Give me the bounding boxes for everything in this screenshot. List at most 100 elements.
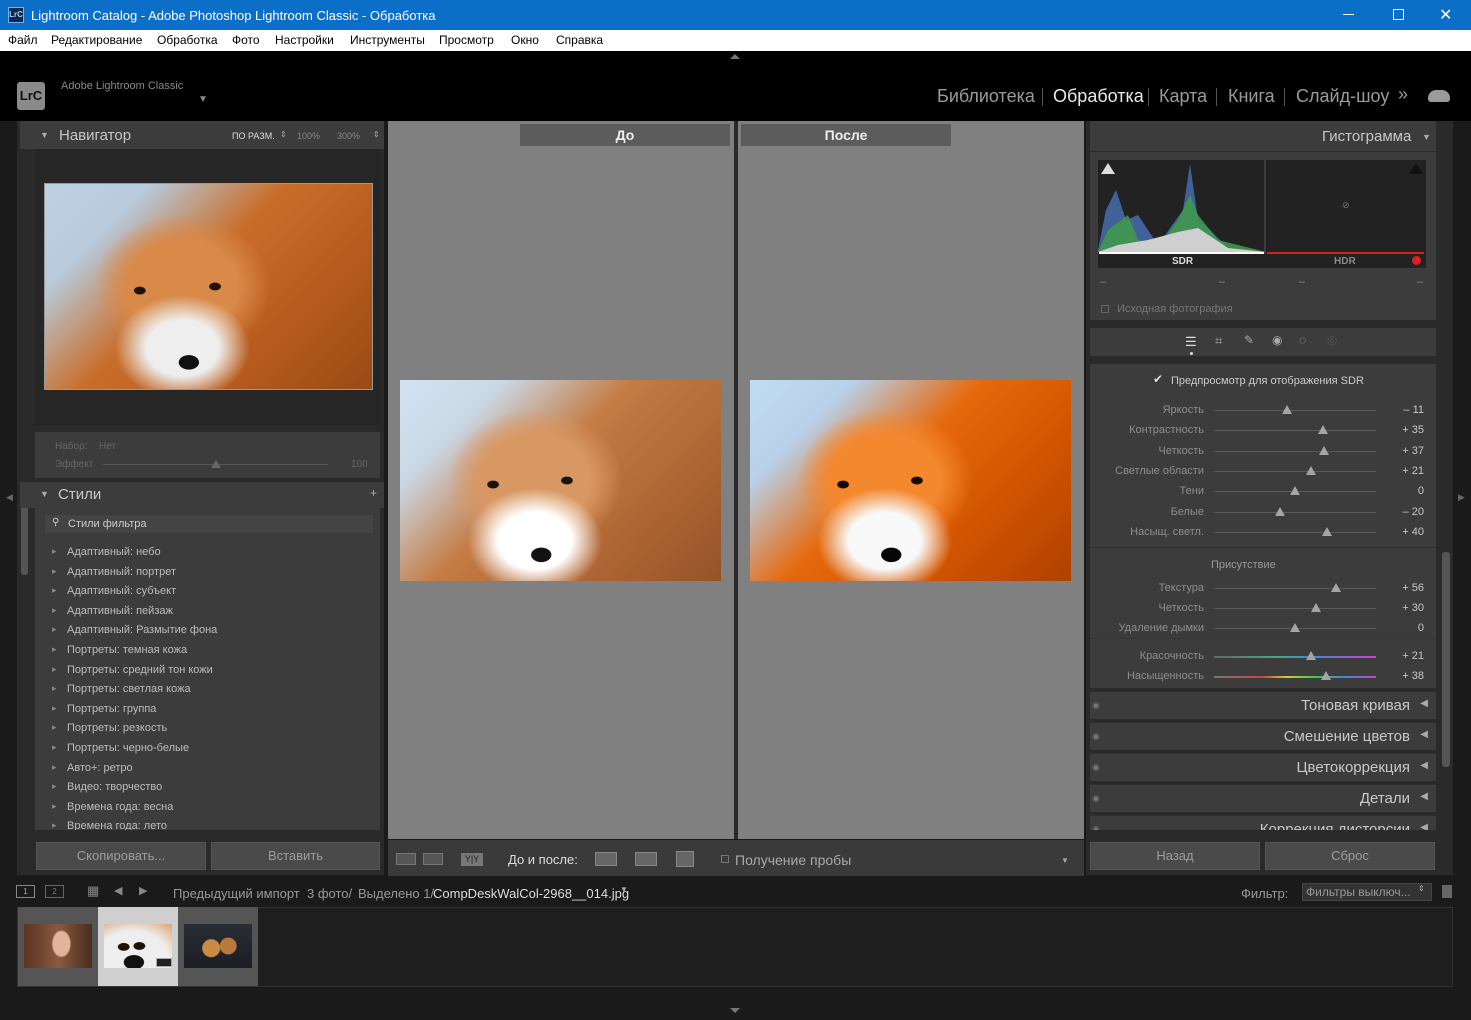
zoom-fit-arrows-icon[interactable]: ⇕ [280, 130, 287, 139]
preset-group[interactable]: Портреты: средний тон кожи [52, 664, 213, 676]
add-preset-button[interactable]: + [370, 486, 377, 500]
preset-set-value[interactable]: Нет [99, 441, 116, 452]
tone-curve-panel[interactable]: ◉ Тоновая кривая ◀ [1090, 691, 1436, 719]
copy-after-to-before-icon[interactable] [635, 852, 657, 866]
copy-settings-button[interactable]: Скопировать... [36, 842, 206, 870]
slider-knob[interactable] [1290, 486, 1300, 496]
toolbar-options-icon[interactable]: ▼ [1061, 856, 1069, 865]
color-mixer-panel[interactable]: ◉ Смешение цветов ◀ [1090, 722, 1436, 750]
slider-knob[interactable] [1290, 623, 1300, 632]
loupe-view-icon[interactable] [396, 853, 416, 865]
compare-view-icon[interactable] [423, 853, 443, 865]
thumbnail-food[interactable] [184, 924, 252, 968]
lens-corrections-panel[interactable]: ◉ Коррекция дисторсии ◀ [1090, 815, 1436, 830]
slider-knob[interactable] [1321, 671, 1331, 680]
module-map[interactable]: Карта [1159, 86, 1207, 107]
slider-knob[interactable] [1318, 425, 1328, 435]
slider-value[interactable]: + 56 [1402, 582, 1424, 594]
menu-settings[interactable]: Настройки [275, 33, 334, 47]
slider-value[interactable]: – 11 [1403, 404, 1424, 416]
masking-icon[interactable]: ◌ [1299, 333, 1306, 347]
collapse-bottom-icon[interactable] [730, 1008, 740, 1013]
slider-track[interactable] [1214, 470, 1376, 472]
slider-row[interactable]: Белые – 20 [1090, 503, 1436, 523]
preset-group[interactable]: Адаптивный: субъект [52, 585, 176, 597]
back-arrow-icon[interactable]: ◀ [114, 884, 122, 897]
close-icon[interactable]: ✕ [1439, 5, 1452, 25]
preset-group[interactable]: Адаптивный: небо [52, 546, 161, 558]
maximize-icon[interactable] [1393, 9, 1404, 20]
slider-value[interactable]: + 21 [1402, 650, 1424, 662]
histogram-collapse-icon[interactable]: ▼ [1422, 132, 1431, 142]
slider-track[interactable] [1214, 450, 1376, 452]
menu-view[interactable]: Просмотр [439, 33, 494, 47]
left-scrollbar[interactable] [21, 505, 28, 575]
left-panel-toggle-icon[interactable]: ◀ [6, 492, 13, 503]
slider-track[interactable] [1214, 608, 1376, 609]
slider-value[interactable]: 0 [1418, 622, 1424, 634]
slider-knob[interactable] [1322, 526, 1332, 536]
more-modules-icon[interactable]: » [1398, 84, 1408, 105]
slider-track[interactable] [1214, 656, 1376, 658]
menu-tools[interactable]: Инструменты [350, 33, 425, 47]
slider-row[interactable]: Тени 0 [1090, 482, 1436, 502]
before-after-toggle[interactable]: Y|Y [461, 853, 483, 866]
source-label[interactable]: Предыдущий импорт [173, 886, 300, 901]
sdr-preview-checkbox[interactable]: ✔ [1153, 372, 1163, 386]
slider-knob[interactable] [1319, 445, 1329, 455]
preset-group[interactable]: Адаптивный: портрет [52, 566, 176, 578]
histogram[interactable]: ⊘ SDR HDR [1098, 160, 1426, 268]
slider-value[interactable]: + 21 [1402, 465, 1424, 477]
module-develop[interactable]: Обработка [1053, 86, 1144, 107]
slider-value[interactable]: + 37 [1402, 445, 1424, 457]
secondary-window-icon[interactable]: 2 [45, 885, 64, 898]
module-library[interactable]: Библиотека [937, 86, 1035, 107]
highlight-clipping-icon[interactable] [1409, 163, 1423, 174]
slider-track[interactable] [1214, 588, 1376, 589]
zoom-100[interactable]: 100% [297, 131, 320, 141]
preset-group[interactable]: Портреты: светлая кожа [52, 683, 191, 695]
zoom-more-icon[interactable]: ⇕ [373, 130, 380, 139]
slider-value[interactable]: + 30 [1402, 602, 1424, 614]
minimize-icon[interactable] [1343, 14, 1354, 15]
slider-row[interactable]: Насыщенность + 38 [1090, 667, 1436, 687]
presets-tool-icon[interactable]: ◎ [1327, 333, 1337, 347]
slider-track[interactable] [1214, 676, 1376, 678]
primary-window-icon[interactable]: 1 [16, 885, 35, 898]
crop-icon[interactable]: ⌗ [1215, 333, 1222, 349]
module-book[interactable]: Книга [1228, 86, 1275, 107]
right-panel-toggle-icon[interactable]: ▶ [1458, 492, 1465, 503]
zoom-fit[interactable]: ПО РАЗМ. [232, 131, 275, 141]
filename-dropdown-icon[interactable]: ▼ [620, 885, 628, 894]
hdr-warning-icon[interactable] [1412, 256, 1421, 265]
slider-value[interactable]: + 35 [1402, 424, 1424, 436]
slider-knob[interactable] [1306, 651, 1316, 660]
grid-icon[interactable]: ▦ [87, 883, 99, 899]
slider-row[interactable]: Красочность + 21 [1090, 647, 1436, 667]
zoom-300[interactable]: 300% [337, 131, 360, 141]
slider-row[interactable]: Насыщ. светл. + 40 [1090, 523, 1436, 543]
navigator-collapse-icon[interactable]: ▼ [40, 130, 49, 140]
preset-group[interactable]: Портреты: резкость [52, 722, 167, 734]
preset-group[interactable]: Портреты: темная кожа [52, 644, 187, 656]
identity-dropdown-icon[interactable]: ▼ [198, 94, 208, 105]
filename[interactable]: CompDeskWalCol-2968__014.jpg [433, 886, 629, 901]
slider-row[interactable]: Четкость + 30 [1090, 599, 1436, 619]
effect-slider-knob[interactable] [211, 460, 221, 468]
previous-button[interactable]: Назад [1090, 842, 1260, 870]
module-slideshow[interactable]: Слайд-шоу [1296, 86, 1389, 107]
menu-window[interactable]: Окно [511, 33, 539, 47]
forward-arrow-icon[interactable]: ▶ [139, 884, 147, 897]
filter-dropdown-icon[interactable]: ⇕ [1418, 884, 1425, 893]
preset-group[interactable]: Адаптивный: Размытие фона [52, 624, 217, 636]
shadow-clipping-icon[interactable] [1101, 163, 1115, 174]
collapse-top-icon[interactable] [730, 54, 740, 59]
preset-group[interactable]: Авто+: ретро [52, 762, 133, 774]
right-scrollbar[interactable] [1442, 552, 1450, 767]
slider-value[interactable]: + 38 [1402, 670, 1424, 682]
presets-collapse-icon[interactable]: ▼ [40, 489, 49, 499]
swap-icon[interactable] [676, 851, 694, 867]
detail-panel[interactable]: ◉ Детали ◀ [1090, 784, 1436, 812]
slider-knob[interactable] [1311, 603, 1321, 612]
red-eye-icon[interactable]: ◉ [1272, 333, 1282, 347]
